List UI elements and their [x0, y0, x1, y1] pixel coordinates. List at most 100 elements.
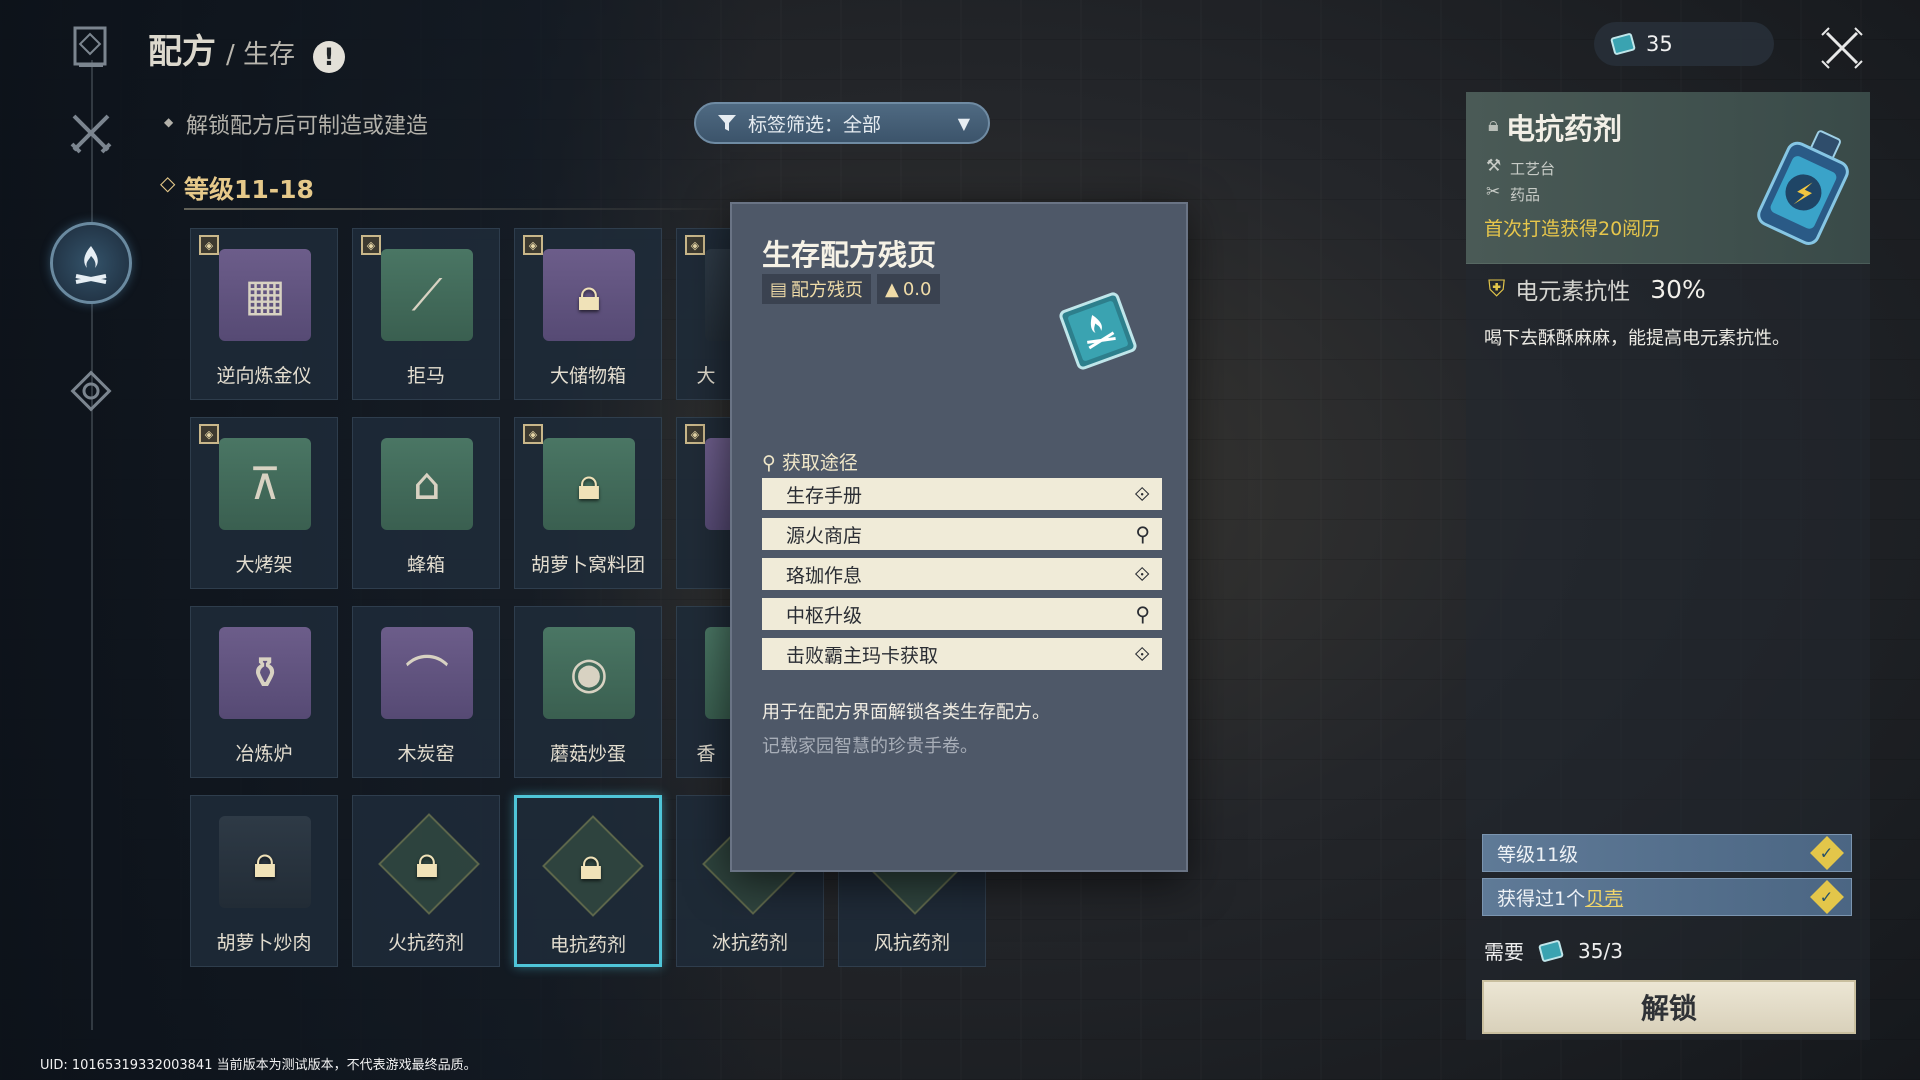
- recipe-card[interactable]: ◉ 蘑菇炒蛋: [514, 606, 662, 778]
- popup-tag-weight-label: 0.0: [902, 278, 932, 300]
- recipe-card-label: 风抗药剂: [873, 932, 950, 954]
- recipe-book-icon[interactable]: [62, 18, 120, 76]
- lock-icon: 🔒︎: [1488, 112, 1499, 136]
- source-item[interactable]: 生存手册 ⟐: [762, 478, 1162, 510]
- popup-tag-type: ▤ 配方残页: [762, 274, 872, 304]
- source-item[interactable]: 源火商店 ⚲: [762, 518, 1162, 550]
- recipe-item-image: ⌂: [381, 438, 473, 530]
- recipe-card-label: 拒马: [406, 365, 445, 387]
- arrow-diamond-icon: ⟐: [1134, 562, 1150, 586]
- crossed-swords-icon[interactable]: [62, 104, 120, 162]
- source-item-label: 珞珈作息: [786, 564, 863, 587]
- item-icon: ◉: [569, 647, 609, 699]
- info-icon[interactable]: !: [313, 41, 346, 73]
- recipe-card-label: 逆向炼金仪: [216, 365, 312, 387]
- recipe-card[interactable]: ⌂ 蜂箱: [352, 417, 500, 589]
- recipe-card[interactable]: ◈ ⊼ 大烤架: [190, 417, 338, 589]
- close-icon[interactable]: [1818, 24, 1866, 72]
- recipe-item-image: 🔒︎: [219, 816, 311, 908]
- arrow-diamond-icon: ⟐: [1134, 642, 1150, 666]
- funnel-icon: [718, 115, 736, 131]
- recipe-item-image: ▦: [219, 249, 311, 341]
- recipe-card-label: 电抗药剂: [549, 934, 626, 956]
- recipe-card-label: 蜂箱: [406, 554, 445, 576]
- recipe-item-image: 🔒︎: [545, 818, 637, 910]
- filter-label: 标签筛选：全部: [748, 113, 882, 136]
- recipe-card[interactable]: ◈: [676, 417, 736, 589]
- requirement-level: 等级11级 ✓: [1482, 834, 1852, 872]
- gear-diamond-icon[interactable]: [62, 362, 120, 420]
- item-icon: ⟋: [411, 269, 443, 321]
- recipe-card-label: 木炭窑: [397, 743, 455, 765]
- tools-icon: ✂: [1486, 182, 1501, 202]
- detail-header: 🔒︎ 电抗药剂 ⚒ 工艺台 ✂ 药品 首次打造获得20阅历: [1466, 92, 1870, 264]
- source-list: 生存手册 ⟐ 源火商店 ⚲ 珞珈作息 ⟐ 中枢升级 ⚲ 击败霸主玛卡获取 ⟐: [762, 478, 1162, 678]
- recipe-card[interactable]: ◈ 🔒︎ 大储物箱: [514, 228, 662, 400]
- title-sub: / 生存: [226, 40, 296, 70]
- detail-description: 喝下去酥酥麻麻，能提高电元素抗性。: [1484, 328, 1790, 349]
- requirement-level-label: 等级11级: [1497, 843, 1579, 866]
- recipe-card[interactable]: ◈ 大: [676, 228, 736, 400]
- recipe-item-image: ⌒: [381, 627, 473, 719]
- recipe-card-label: 胡萝卜炒肉: [216, 932, 312, 954]
- item-tooltip-popup: 生存配方残页 ▤ 配方残页 ▲ 0.0 ⚲ 获取途径 生存手册 ⟐ 源火商店 ⚲ 珞珈作息 ⟐ 中…: [730, 202, 1188, 872]
- stat-row: ⛨ 电元素抗性 30%: [1488, 272, 1706, 306]
- shell-link[interactable]: 贝壳: [1585, 884, 1623, 911]
- map-pin-icon: ⚲: [1135, 522, 1150, 546]
- recipe-item-image: 🔒︎: [543, 438, 635, 530]
- recipe-card[interactable]: 🔒︎ 胡萝卜炒肉: [190, 795, 338, 967]
- source-item[interactable]: 珞珈作息 ⟐: [762, 558, 1162, 590]
- recipe-book-badge-icon: ◈: [685, 235, 705, 255]
- uid-disclaimer: UID: 10165319332003841 当前版本为测试版本，不代表游戏最终…: [40, 1058, 477, 1073]
- unlock-hint: 解锁配方后可制造或建造: [164, 108, 428, 140]
- source-title: ⚲ 获取途径: [762, 448, 858, 475]
- check-icon: ✓: [1810, 836, 1844, 870]
- recipe-page-currency-icon: [1538, 939, 1564, 962]
- detail-title: 电抗药剂: [1506, 112, 1623, 146]
- recipe-card[interactable]: 香: [676, 606, 736, 778]
- lock-icon: 🔒︎: [577, 458, 601, 510]
- recipe-page-currency-icon: [1610, 33, 1636, 55]
- source-item-label: 源火商店: [786, 524, 863, 547]
- recipe-card[interactable]: 🔒︎ 电抗药剂: [514, 795, 662, 967]
- tag-filter-dropdown[interactable]: 标签筛选：全部 ▼: [694, 102, 990, 144]
- source-item[interactable]: 中枢升级 ⚲: [762, 598, 1162, 630]
- source-item[interactable]: 击败霸主玛卡获取 ⟐: [762, 638, 1162, 670]
- popup-title: 生存配方残页: [762, 238, 937, 272]
- recipe-card[interactable]: ◈ ▦ 逆向炼金仪: [190, 228, 338, 400]
- arrow-diamond-icon: ⟐: [1134, 482, 1150, 506]
- recipe-book-badge-icon: ◈: [199, 424, 219, 444]
- popup-tag-type-label: 配方残页: [791, 280, 864, 301]
- recipe-book-badge-icon: ◈: [685, 424, 705, 444]
- recipe-card-label: 火抗药剂: [387, 932, 464, 954]
- recipe-book-badge-icon: ◈: [523, 424, 543, 444]
- recipe-card[interactable]: ⌒ 木炭窑: [352, 606, 500, 778]
- source-item-label: 中枢升级: [786, 604, 863, 627]
- source-title-label: 获取途径: [781, 452, 858, 474]
- recipe-card[interactable]: ◈ 🔒︎ 胡萝卜窝料团: [514, 417, 662, 589]
- campfire-icon[interactable]: [50, 222, 132, 304]
- recipe-card[interactable]: ◈ ⟋ 拒马: [352, 228, 500, 400]
- need-value: 35/3: [1578, 938, 1623, 963]
- check-icon: ✓: [1810, 880, 1844, 914]
- requirement-item-prefix: 获得过1个: [1497, 887, 1586, 910]
- need-label: 需要: [1484, 940, 1524, 964]
- recipe-item-image: 🔒︎: [381, 816, 473, 908]
- recipe-card[interactable]: ⚱ 冶炼炉: [190, 606, 338, 778]
- recipe-book-badge-icon: ◈: [361, 235, 381, 255]
- recipe-book-badge-icon: ◈: [199, 235, 219, 255]
- stat-value: 30%: [1650, 274, 1706, 304]
- recipe-card-label: 冰抗药剂: [711, 932, 788, 954]
- source-item-label: 生存手册: [786, 484, 863, 507]
- level-section-header: 等级11-18: [160, 170, 314, 206]
- fragment-icon: ▤: [770, 278, 788, 300]
- location-icon: ⚲: [762, 452, 776, 474]
- recipe-card-label: 大储物箱: [549, 365, 626, 387]
- recipe-card[interactable]: 🔒︎ 火抗药剂: [352, 795, 500, 967]
- lock-icon: 🔒︎: [415, 836, 439, 888]
- popup-flavor-text: 记载家园智慧的珍贵手卷。: [762, 736, 978, 757]
- detail-panel: 🔒︎ 电抗药剂 ⚒ 工艺台 ✂ 药品 首次打造获得20阅历 ⛨ 电元素抗性 30…: [1466, 92, 1870, 1040]
- detail-category: 药品: [1510, 186, 1541, 204]
- item-icon: ⌂: [413, 458, 441, 510]
- unlock-button[interactable]: 解锁: [1482, 980, 1856, 1034]
